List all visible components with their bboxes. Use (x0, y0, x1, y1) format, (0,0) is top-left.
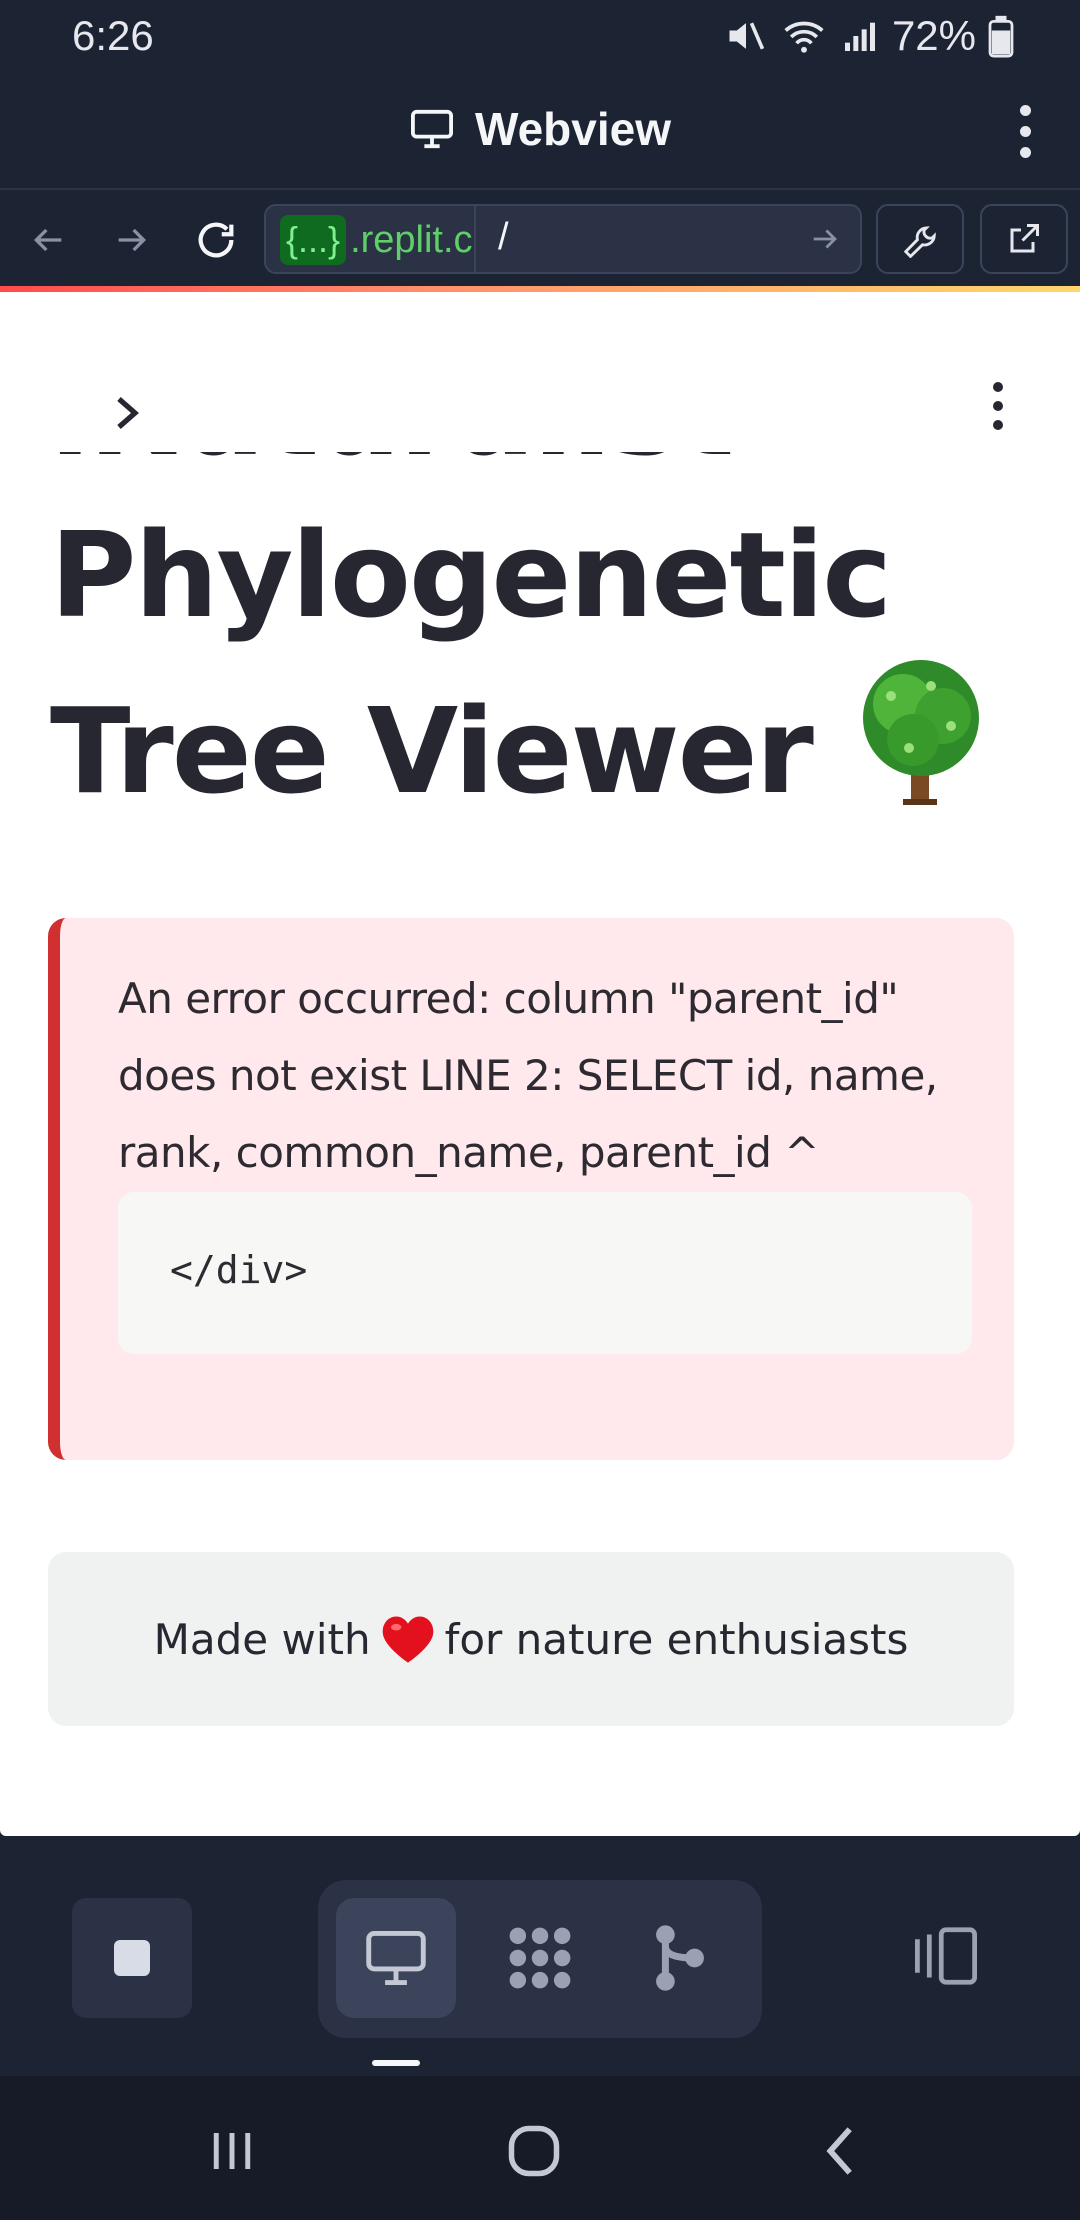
devtools-button[interactable] (876, 204, 964, 274)
recent-apps-button[interactable] (192, 2116, 272, 2186)
status-bar: 6:26 72% (0, 0, 1080, 72)
error-alert: An error occurred: column "parent_id" do… (48, 918, 1014, 1460)
menu-dot-icon (993, 382, 1003, 392)
packages-icon (509, 1927, 571, 1989)
monitor-icon (411, 109, 453, 149)
mute-icon (729, 22, 765, 50)
wifi-icon (784, 21, 824, 53)
url-input[interactable]: {...} .replit.c / (264, 204, 862, 274)
more-options-button[interactable] (1000, 96, 1050, 166)
webview-title: Webview (475, 103, 671, 155)
webview-header: Webview (0, 72, 1080, 190)
webview-title-group: Webview (0, 102, 1080, 156)
webview-page: iNaturalist Phylogenetic Tree Viewer (0, 292, 1080, 1836)
tab-indicator (372, 2060, 420, 2066)
title-line: Phylogenetic (50, 506, 892, 644)
url-path[interactable]: / (498, 216, 509, 259)
status-icons: 72% (724, 12, 1014, 60)
home-button[interactable] (494, 2116, 574, 2186)
url-host-text: .replit.c (350, 218, 473, 261)
home-icon (508, 2125, 560, 2177)
chevron-right-icon (117, 397, 139, 429)
replit-bottom-toolbar (0, 1836, 1080, 2076)
tree-emoji-icon (862, 660, 979, 805)
url-toolbar: {...} .replit.c / (0, 190, 1080, 286)
go-arrow-icon[interactable] (808, 222, 842, 256)
layout-toggle-button[interactable] (906, 1916, 986, 1996)
error-message: An error occurred: column "parent_id" do… (118, 974, 938, 1177)
stop-button[interactable] (72, 1898, 192, 2018)
tool-tabs (318, 1880, 762, 2038)
stop-icon (114, 1940, 150, 1976)
tab-webview[interactable] (336, 1898, 456, 2018)
sidebar-expand-button[interactable] (102, 388, 152, 438)
menu-dot-icon (993, 401, 1003, 411)
wrench-icon (903, 226, 936, 258)
recent-apps-icon (213, 2133, 251, 2169)
back-chevron-icon (826, 2127, 852, 2175)
back-arrow-icon (33, 228, 62, 252)
code-block: </div> (118, 1192, 972, 1354)
url-host: {...} .replit.c (280, 214, 473, 266)
monitor-icon (366, 1931, 426, 1985)
layout-icon (915, 1927, 978, 1985)
external-link-icon (1010, 224, 1039, 253)
more-dot-icon (1019, 125, 1031, 137)
signal-icon (844, 22, 875, 51)
more-dot-icon (1019, 146, 1031, 158)
heart-emoji-icon (382, 1616, 433, 1663)
back-nav-button[interactable] (800, 2116, 880, 2186)
battery-icon (988, 15, 1014, 58)
reload-icon (198, 222, 234, 258)
open-new-tab-button[interactable] (980, 204, 1068, 274)
forward-button[interactable] (102, 210, 162, 270)
system-navigation-bar (0, 2076, 1080, 2220)
git-icon (656, 1925, 704, 1991)
title-line-with-emoji: Tree Viewer (50, 656, 1050, 832)
tab-git[interactable] (620, 1898, 740, 2018)
status-time: 6:26 (72, 12, 154, 59)
more-dot-icon (1019, 104, 1031, 116)
tab-packages[interactable] (480, 1898, 600, 2018)
footer-text-after: for nature enthusiasts (444, 1614, 909, 1664)
forward-arrow-icon (118, 228, 147, 252)
url-divider (474, 206, 476, 272)
title-line: Tree Viewer (50, 682, 814, 820)
battery-percent: 72% (891, 12, 976, 59)
back-button[interactable] (18, 210, 78, 270)
page-header (0, 292, 1080, 452)
menu-dot-icon (993, 420, 1003, 430)
code-text: </div> (170, 1248, 308, 1292)
reload-button[interactable] (186, 210, 246, 270)
url-badge: {...} (280, 215, 347, 265)
page-menu-button[interactable] (978, 376, 1018, 436)
footer-text-before: Made with (153, 1614, 371, 1664)
footer: Made with for nature enthusiasts (48, 1552, 1014, 1726)
